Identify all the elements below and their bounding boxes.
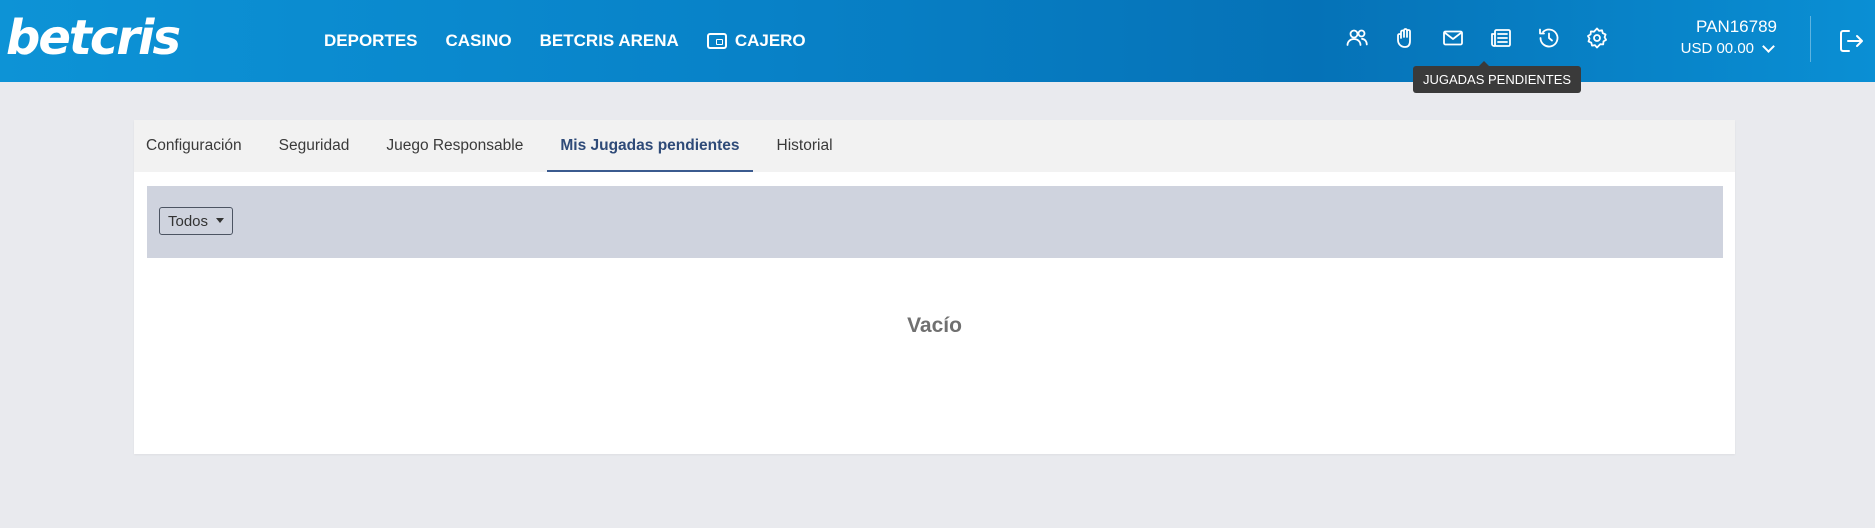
nav-betcris-arena[interactable]: BETCRIS ARENA: [540, 31, 679, 51]
filter-bar: Todos: [147, 186, 1723, 258]
betcris-logo[interactable]: betcris: [6, 10, 181, 66]
main-nav: DEPORTES CASINO BETCRIS ARENA CAJERO: [324, 0, 834, 82]
nav-label: CASINO: [445, 31, 512, 50]
account-menu[interactable]: PAN16789 USD 00.00: [1681, 16, 1777, 60]
tab-juego-responsable[interactable]: Juego Responsable: [373, 120, 536, 172]
nav-label: BETCRIS ARENA: [539, 31, 679, 50]
top-navigation-bar: betcris DEPORTES CASINO BETCRIS ARENA CA…: [0, 0, 1875, 82]
tab-seguridad[interactable]: Seguridad: [266, 120, 363, 172]
nav-cajero[interactable]: CAJERO: [706, 31, 806, 51]
account-tabs: Configuración Seguridad Juego Responsabl…: [134, 120, 1735, 172]
balance-value: USD 00.00: [1680, 40, 1754, 57]
filter-dropdown[interactable]: Todos: [159, 207, 234, 235]
users-icon[interactable]: [1333, 24, 1381, 52]
news-icon[interactable]: [1477, 24, 1525, 52]
hand-icon[interactable]: [1381, 24, 1429, 52]
header-divider: [1810, 16, 1811, 62]
chevron-down-icon[interactable]: [1762, 40, 1775, 53]
caret-down-icon: [216, 217, 225, 223]
account-username: PAN16789: [1696, 17, 1777, 36]
nav-label: CAJERO: [734, 31, 806, 50]
history-icon[interactable]: [1525, 24, 1573, 52]
header-icon-group: [1333, 24, 1621, 52]
tab-historial[interactable]: Historial: [764, 120, 846, 172]
account-panel: Configuración Seguridad Juego Responsabl…: [134, 120, 1735, 454]
logout-icon[interactable]: [1837, 27, 1865, 55]
account-balance: USD 00.00: [1681, 38, 1777, 60]
tab-mis-jugadas-pendientes[interactable]: Mis Jugadas pendientes: [547, 120, 753, 172]
gear-icon[interactable]: [1573, 24, 1621, 52]
tooltip-jugadas-pendientes: JUGADAS PENDIENTES: [1413, 61, 1582, 93]
filter-selected-value: Todos: [168, 212, 209, 230]
nav-casino[interactable]: CASINO: [446, 31, 512, 51]
empty-state-message: Vacío: [907, 314, 962, 337]
nav-label: DEPORTES: [324, 31, 418, 50]
wallet-icon: [706, 33, 727, 49]
nav-deportes[interactable]: DEPORTES: [324, 31, 418, 51]
tab-configuracion[interactable]: Configuración: [134, 120, 255, 172]
mail-icon[interactable]: [1429, 24, 1477, 52]
